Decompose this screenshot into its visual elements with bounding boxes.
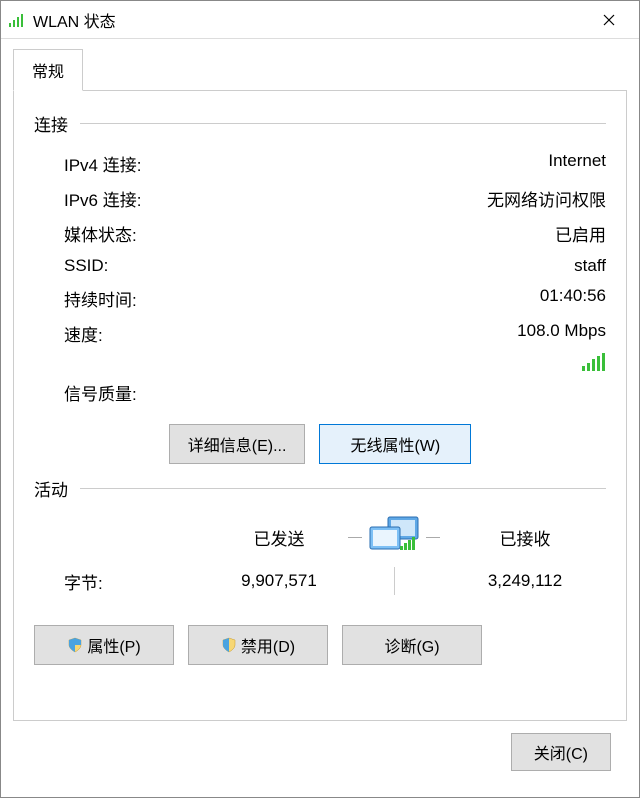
row-signal-icon bbox=[34, 351, 606, 375]
close-icon bbox=[603, 14, 615, 26]
duration-value: 01:40:56 bbox=[540, 286, 606, 311]
media-label: 媒体状态: bbox=[64, 221, 555, 246]
window-close-button[interactable] bbox=[587, 5, 631, 35]
ipv4-label: IPv4 连接: bbox=[64, 151, 548, 176]
dialog-footer: 关闭(C) bbox=[13, 721, 627, 785]
signal-strength-icon bbox=[582, 353, 606, 371]
network-computers-icon bbox=[366, 515, 422, 559]
bottom-buttons: 属性(P) 禁用(D) 诊断(G) bbox=[34, 625, 606, 665]
signal-label: 信号质量: bbox=[64, 380, 606, 405]
close-button[interactable]: 关闭(C) bbox=[511, 733, 611, 771]
wifi-signal-icon bbox=[9, 13, 27, 27]
activity-header-row: 已发送 bbox=[34, 511, 606, 563]
window-title: WLAN 状态 bbox=[33, 8, 587, 32]
tab-body: 连接 IPv4 连接: Internet IPv6 连接: 无网络访问权限 媒体… bbox=[13, 90, 627, 721]
disable-button[interactable]: 禁用(D) bbox=[188, 625, 328, 665]
ipv6-value: 无网络访问权限 bbox=[487, 186, 606, 211]
media-value: 已启用 bbox=[555, 221, 606, 246]
tab-strip: 常规 bbox=[13, 49, 627, 90]
wireless-properties-button[interactable]: 无线属性(W) bbox=[319, 424, 471, 464]
row-speed: 速度: 108.0 Mbps bbox=[34, 316, 606, 351]
section-connection-label: 连接 bbox=[34, 111, 68, 136]
properties-button[interactable]: 属性(P) bbox=[34, 625, 174, 665]
section-activity: 活动 bbox=[34, 476, 606, 501]
ipv6-label: IPv6 连接: bbox=[64, 186, 487, 211]
bytes-label: 字节: bbox=[64, 569, 214, 594]
row-ipv4: IPv4 连接: Internet bbox=[34, 146, 606, 181]
tab-container: 常规 连接 IPv4 连接: Internet IPv6 连接: 无网络访问权限… bbox=[13, 49, 627, 721]
speed-label: 速度: bbox=[64, 321, 517, 346]
row-ssid: SSID: staff bbox=[34, 251, 606, 281]
row-duration: 持续时间: 01:40:56 bbox=[34, 281, 606, 316]
activity-block: 已发送 bbox=[34, 511, 606, 599]
properties-button-label: 属性(P) bbox=[87, 633, 140, 657]
ssid-label: SSID: bbox=[64, 256, 574, 276]
diagnose-button[interactable]: 诊断(G) bbox=[342, 625, 482, 665]
bytes-received-value: 3,249,112 bbox=[444, 571, 606, 591]
row-signal: 信号质量: bbox=[34, 375, 606, 410]
details-button[interactable]: 详细信息(E)... bbox=[169, 424, 306, 464]
connection-buttons: 详细信息(E)... 无线属性(W) bbox=[34, 424, 606, 464]
dialog-content: 常规 连接 IPv4 连接: Internet IPv6 连接: 无网络访问权限… bbox=[1, 39, 639, 797]
activity-bytes-row: 字节: 9,907,571 3,249,112 bbox=[34, 563, 606, 599]
bytes-sent-value: 9,907,571 bbox=[214, 571, 344, 591]
ssid-value: staff bbox=[574, 256, 606, 276]
row-ipv6: IPv6 连接: 无网络访问权限 bbox=[34, 181, 606, 216]
ipv4-value: Internet bbox=[548, 151, 606, 176]
received-label: 已接收 bbox=[444, 525, 606, 550]
section-activity-label: 活动 bbox=[34, 476, 68, 501]
tab-general[interactable]: 常规 bbox=[13, 49, 83, 91]
sent-label: 已发送 bbox=[214, 525, 344, 550]
wlan-status-window: WLAN 状态 常规 连接 IPv4 连接: Internet bbox=[0, 0, 640, 798]
divider bbox=[80, 123, 606, 124]
titlebar: WLAN 状态 bbox=[1, 1, 639, 39]
duration-label: 持续时间: bbox=[64, 286, 540, 311]
section-connection: 连接 bbox=[34, 111, 606, 136]
divider bbox=[394, 567, 395, 595]
divider bbox=[426, 537, 440, 538]
shield-icon bbox=[221, 637, 237, 653]
disable-button-label: 禁用(D) bbox=[241, 633, 295, 657]
shield-icon bbox=[67, 637, 83, 653]
speed-value: 108.0 Mbps bbox=[517, 321, 606, 346]
divider bbox=[80, 488, 606, 489]
divider bbox=[348, 537, 362, 538]
row-media: 媒体状态: 已启用 bbox=[34, 216, 606, 251]
